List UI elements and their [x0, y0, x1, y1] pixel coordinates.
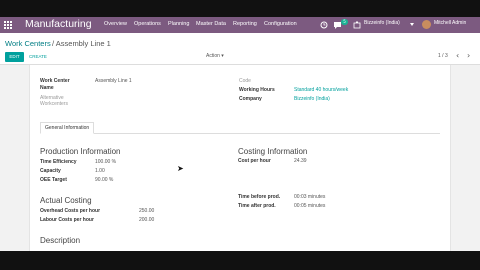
action-label: Action	[206, 53, 220, 59]
time-efficiency-value: 100.00 %	[95, 159, 117, 165]
time-before-prod-label: Time before prod.	[238, 194, 281, 200]
user-menu[interactable]: Mitchell Admin	[434, 20, 466, 26]
company-link[interactable]: Bizzeinfo (India)	[294, 96, 330, 102]
overhead-costs-label: Overhead Costs per hour	[40, 208, 101, 214]
screen: Manufacturing Overview Operations Planni…	[0, 0, 480, 270]
menu-master-data[interactable]: Master Data	[196, 21, 226, 27]
menu-planning[interactable]: Planning	[168, 21, 189, 27]
overhead-costs-value: 250.00	[139, 208, 155, 214]
cost-per-hour-label: Cost per hour	[238, 158, 271, 164]
working-hours-label: Working Hours	[239, 87, 275, 93]
edit-button[interactable]: EDIT	[5, 52, 24, 62]
activity-clock-icon[interactable]	[320, 21, 328, 29]
pager-previous-icon[interactable]: ‹	[456, 51, 459, 60]
breadcrumb-current-label: Assembly Line 1	[55, 39, 111, 48]
app-brand[interactable]: Manufacturing	[25, 18, 92, 30]
capacity-label: Capacity	[40, 168, 61, 174]
pager-value[interactable]: 1 / 3	[438, 53, 448, 59]
workcenters-label: Workcenters	[40, 101, 68, 107]
form-sheet: Work Center Name Assembly Line 1 Alterna…	[29, 65, 451, 251]
top-navbar: Manufacturing Overview Operations Planni…	[0, 17, 480, 33]
breadcrumb-work-centers[interactable]: Work Centers	[5, 39, 51, 48]
work-center-value: Assembly Line 1	[95, 78, 132, 84]
menu-reporting[interactable]: Reporting	[233, 21, 257, 27]
form-tabs: General Information	[40, 122, 440, 134]
action-caret-icon: ▾	[221, 53, 224, 59]
costing-information-title: Costing Information	[238, 147, 308, 156]
time-before-prod-value: 00:03 minutes	[294, 194, 326, 200]
company-switch-icon[interactable]	[353, 21, 361, 29]
create-button[interactable]: CREATE	[29, 52, 47, 62]
breadcrumb-separator: /	[52, 39, 55, 48]
company-dropdown-icon[interactable]	[410, 23, 415, 27]
name-label: Name	[40, 85, 54, 91]
menu-configuration[interactable]: Configuration	[264, 21, 297, 27]
menu-overview[interactable]: Overview	[104, 21, 127, 27]
tab-general-information[interactable]: General Information	[40, 122, 95, 134]
time-after-prod-label: Time after prod.	[238, 203, 276, 209]
labour-costs-value: 200.00	[139, 217, 155, 223]
company-switcher[interactable]: Bizzeinfo (India)	[364, 20, 400, 26]
capacity-value: 1.00	[95, 168, 105, 174]
labour-costs-label: Labour Costs per hour	[40, 217, 94, 223]
menu-operations[interactable]: Operations	[134, 21, 161, 27]
working-hours-link[interactable]: Standard 40 hours/week	[294, 87, 348, 93]
mouse-cursor-icon: ➤	[177, 164, 184, 173]
breadcrumb-current: / Assembly Line 1	[52, 39, 111, 48]
cost-per-hour-value: 24.39	[294, 158, 307, 164]
oee-target-label: OEE Target	[40, 177, 67, 183]
work-center-label: Work Center	[40, 78, 70, 84]
actual-costing-title: Actual Costing	[40, 196, 92, 205]
video-frame-bottom	[0, 251, 480, 270]
description-title: Description	[40, 236, 81, 245]
user-avatar[interactable]	[422, 20, 431, 29]
apps-menu-icon[interactable]	[4, 21, 12, 29]
pager-next-icon[interactable]: ›	[467, 51, 470, 60]
production-information-title: Production Information	[40, 147, 121, 156]
code-label: Code	[239, 78, 251, 84]
video-frame-top	[0, 0, 480, 17]
control-panel: Work Centers / Assembly Line 1 EDIT CREA…	[0, 33, 480, 65]
time-after-prod-value: 00:05 minutes	[294, 203, 326, 209]
oee-target-value: 90.00 %	[95, 177, 114, 183]
company-label: Company	[239, 96, 262, 102]
time-efficiency-label: Time Efficiency	[40, 159, 77, 165]
action-dropdown[interactable]: Action ▾	[206, 53, 224, 59]
message-count-badge: 5	[341, 19, 348, 25]
